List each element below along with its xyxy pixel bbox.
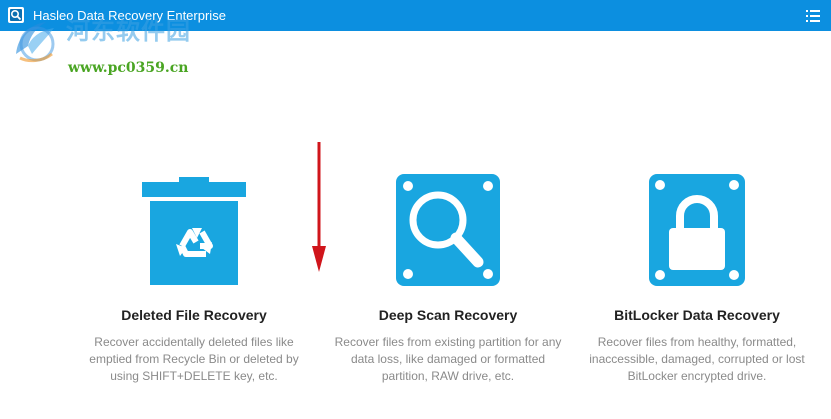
watermark-site-name: 河东软件园 bbox=[66, 16, 191, 45]
option-bitlocker-data-recovery[interactable]: BitLocker Data Recovery Recover files fr… bbox=[577, 168, 817, 398]
watermark: 河东软件园 www.pc0359.cn bbox=[10, 14, 210, 76]
option-deleted-file-recovery[interactable]: Deleted File Recovery Recover accidental… bbox=[74, 168, 314, 398]
option-description: Recover accidentally deleted files like … bbox=[89, 335, 299, 383]
option-title: Deep Scan Recovery bbox=[378, 307, 518, 323]
option-description: Recover files from existing partition fo… bbox=[334, 335, 562, 383]
watermark-url: www.pc0359.cn bbox=[68, 60, 189, 76]
option-description: Recover files from healthy, formatted, i… bbox=[589, 335, 805, 383]
lock-drive-icon bbox=[577, 172, 817, 292]
menu-list-icon[interactable] bbox=[803, 8, 823, 24]
option-title: Deleted File Recovery bbox=[121, 307, 267, 323]
magnifier-drive-icon bbox=[328, 172, 568, 292]
option-title: BitLocker Data Recovery bbox=[614, 307, 780, 323]
recycle-bin-icon bbox=[74, 172, 314, 292]
option-deep-scan-recovery[interactable]: Deep Scan Recovery Recover files from ex… bbox=[328, 168, 568, 398]
watermark-logo-icon bbox=[16, 22, 55, 63]
